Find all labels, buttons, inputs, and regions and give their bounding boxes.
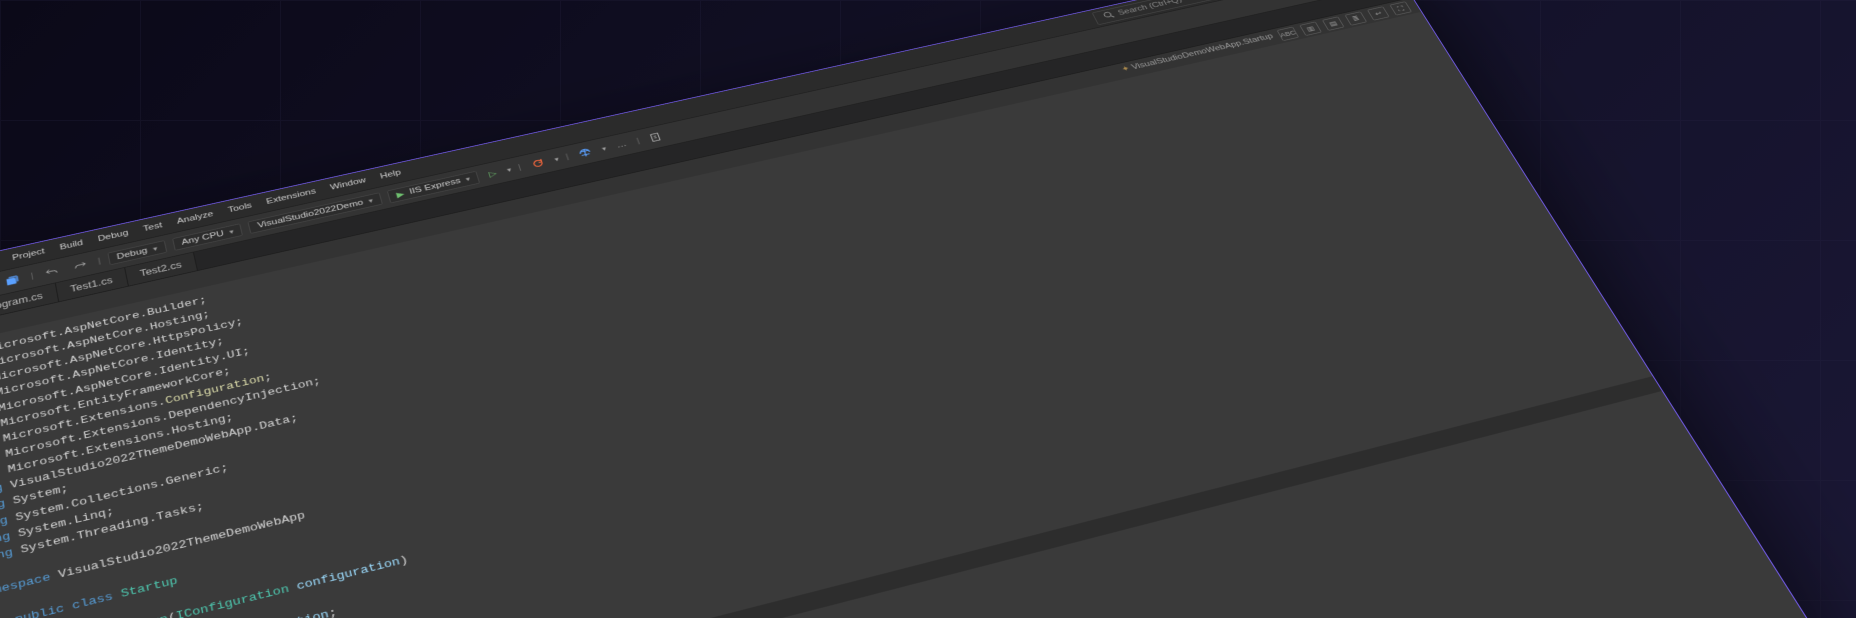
menu-tools[interactable]: Tools [227,201,253,214]
find-in-files-button[interactable] [645,130,668,143]
run-no-debug-button[interactable]: ▷ [484,168,502,180]
play-icon: ▶ [395,189,405,199]
word-wrap-icon[interactable]: ↩ [1367,6,1390,20]
overflow-button[interactable]: … [612,139,632,150]
full-screen-icon[interactable]: ⛶ [1389,1,1412,15]
chevron-down-icon[interactable]: ▾ [601,145,608,153]
abc-spellcheck-icon[interactable]: ABC [1277,27,1300,41]
menu-window[interactable]: Window [329,176,367,192]
menu-test[interactable]: Test [142,221,163,233]
chevron-down-icon: ▾ [465,175,471,183]
play-outline-icon: ▷ [487,168,497,178]
undo-button[interactable] [40,265,63,279]
chevron-down-icon[interactable]: ▾ [554,155,560,163]
chevron-down-icon: ▾ [152,244,158,252]
hot-reload-button[interactable] [527,157,550,170]
chevron-down-icon[interactable]: ▾ [506,166,512,174]
search-icon [1101,10,1116,21]
platform-label: Any CPU [181,229,225,247]
save-all-button[interactable] [1,273,24,287]
split-horizontal-icon[interactable]: ▥ [1299,22,1322,36]
browser-link-button[interactable] [574,146,597,159]
class-icon: ✦ [1120,65,1132,74]
menu-build[interactable]: Build [59,239,84,252]
config-label: Debug [116,246,148,261]
menu-help[interactable]: Help [379,168,402,180]
chevron-down-icon: ▾ [228,227,234,235]
menu-analyze[interactable]: Analyze [176,210,214,226]
menu-debug[interactable]: Debug [97,229,129,244]
redo-button[interactable] [69,258,92,272]
menu-project[interactable]: Project [12,247,46,262]
split-vertical-icon[interactable]: ▤ [1322,16,1345,30]
chevron-down-icon: ▾ [368,197,374,205]
toggle-minimap-icon[interactable]: ≣ [1345,11,1368,25]
